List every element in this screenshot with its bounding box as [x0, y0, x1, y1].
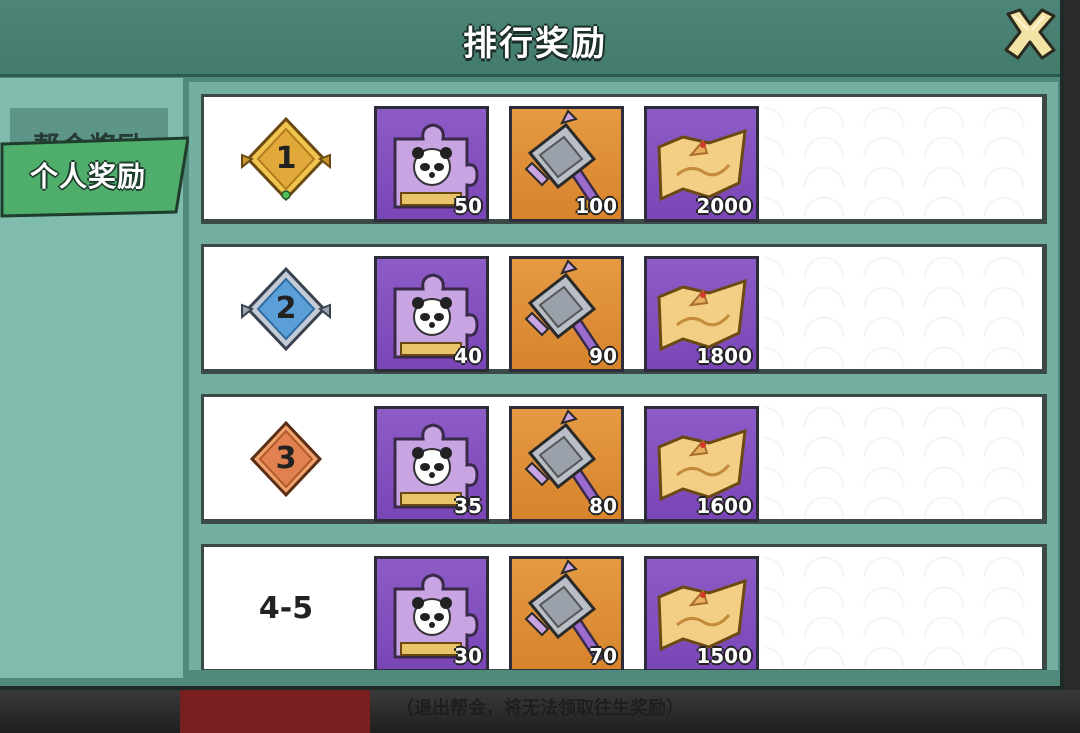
reward-quantity: 30	[454, 644, 482, 668]
rank-label: 2	[275, 291, 297, 326]
reward-slot-forging-hammer[interactable]: 90	[509, 256, 624, 372]
reward-row-rank-3: 3 35 80 1600	[201, 394, 1047, 524]
reward-row-rank-1: 1 50 100 2000	[201, 94, 1047, 224]
reward-quantity: 2000	[696, 194, 752, 218]
reward-slot-panda-puzzle[interactable]: 50	[374, 106, 489, 222]
tab-personal-rewards-label: 个人奖励	[29, 160, 146, 193]
reward-row-rank-2: 2 40 90 1800	[201, 244, 1047, 374]
reward-quantity: 100	[575, 194, 617, 218]
reward-slot-map-scroll[interactable]: 2000	[644, 106, 759, 222]
rank-label: 3	[275, 441, 297, 476]
reward-slot-map-scroll[interactable]: 1800	[644, 256, 759, 372]
reward-quantity: 50	[454, 194, 482, 218]
close-x-icon	[1004, 8, 1056, 60]
reward-slot-forging-hammer[interactable]: 100	[509, 106, 624, 222]
reward-quantity: 1800	[696, 344, 752, 368]
tab-personal-rewards[interactable]: 个人奖励	[0, 136, 190, 218]
reward-list[interactable]: 1 50 100 2000 2 40 90 1800 3 35 80 1600 …	[189, 82, 1058, 670]
dialog-header: 排行奖励	[0, 0, 1060, 77]
reward-row-rank-4-5: 4-5 30 70 1500	[201, 544, 1047, 670]
reward-quantity: 40	[454, 344, 482, 368]
reward-slot-forging-hammer[interactable]: 70	[509, 556, 624, 670]
rank-label: 4-5	[258, 591, 314, 626]
reward-slot-forging-hammer[interactable]: 80	[509, 406, 624, 522]
reward-slot-map-scroll[interactable]: 1500	[644, 556, 759, 670]
reward-quantity: 35	[454, 494, 482, 518]
reward-slot-map-scroll[interactable]: 1600	[644, 406, 759, 522]
reward-slot-panda-puzzle[interactable]: 35	[374, 406, 489, 522]
dialog-title: 排行奖励	[463, 24, 607, 64]
footer-note: （退出帮会，将无法领取往生奖励）	[396, 698, 684, 719]
reward-slot-panda-puzzle[interactable]: 30	[374, 556, 489, 670]
ranking-rewards-dialog: 排行奖励 帮会奖励 个人奖励 1	[0, 0, 1064, 690]
reward-quantity: 70	[589, 644, 617, 668]
reward-quantity: 1500	[696, 644, 752, 668]
reward-quantity: 1600	[696, 494, 752, 518]
reward-quantity: 90	[589, 344, 617, 368]
rank-label: 1	[275, 141, 297, 176]
reward-quantity: 80	[589, 494, 617, 518]
reward-slot-panda-puzzle[interactable]: 40	[374, 256, 489, 372]
close-button[interactable]	[1000, 4, 1060, 64]
